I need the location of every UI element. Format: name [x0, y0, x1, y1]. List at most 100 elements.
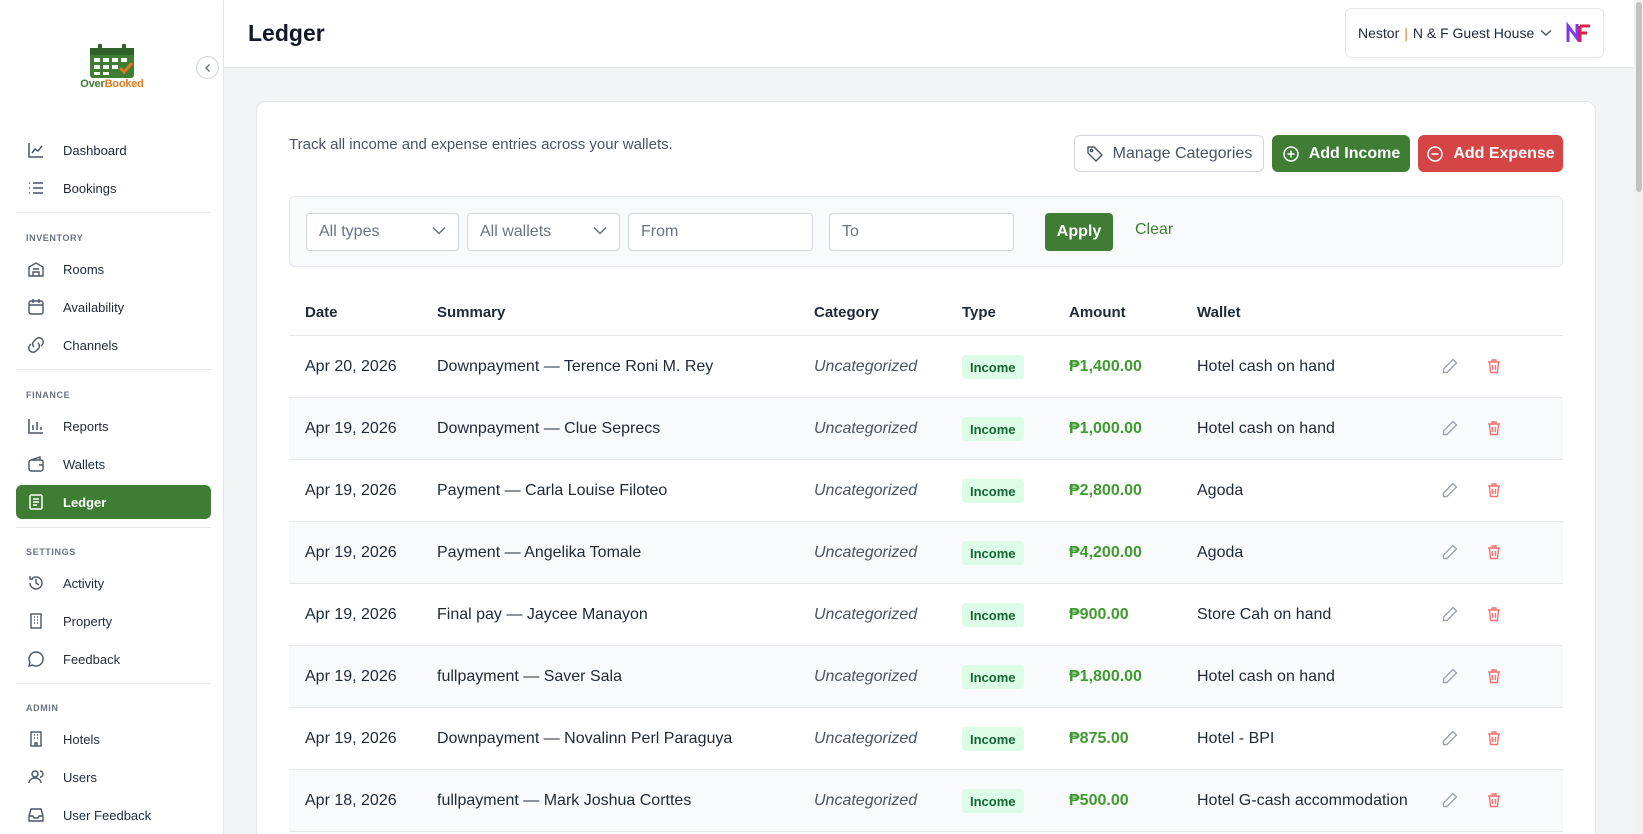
table-row[interactable]: Apr 20, 2026 Downpayment — Terence Roni … — [289, 336, 1563, 398]
sidebar-item-label: Channels — [63, 337, 118, 353]
add-income-button[interactable]: Add Income — [1272, 135, 1410, 172]
cell-category: Uncategorized — [814, 792, 918, 809]
divider — [16, 683, 211, 684]
from-date-input[interactable]: From — [628, 213, 813, 251]
column-header-summary[interactable]: Summary — [437, 304, 505, 321]
history-icon — [29, 576, 43, 590]
to-placeholder: To — [842, 223, 859, 240]
sidebar-item-rooms[interactable]: Rooms — [16, 252, 211, 286]
cell-summary: Downpayment — Terence Roni M. Rey — [437, 358, 714, 375]
to-date-input[interactable]: To — [829, 213, 1014, 251]
page-title: Ledger — [248, 20, 325, 46]
list-icon — [29, 182, 43, 194]
chevron-down-icon — [432, 226, 446, 235]
cell-summary: fullpayment — Mark Joshua Corttes — [437, 792, 692, 809]
edit-icon[interactable] — [1441, 543, 1459, 561]
type-badge: Income — [962, 727, 1024, 751]
cell-amount: ₱1,400.00 — [1069, 358, 1142, 375]
trash-icon[interactable] — [1485, 543, 1503, 561]
ledger-card: Track all income and expense entries acr… — [256, 101, 1596, 834]
wallet-select-value: All wallets — [480, 223, 552, 240]
sidebar-item-label: Property — [63, 613, 113, 629]
add-expense-label: Add Expense — [1453, 144, 1555, 162]
sidebar-item-property[interactable]: Property — [16, 604, 211, 638]
column-header-wallet[interactable]: Wallet — [1197, 304, 1241, 321]
cell-category: Uncategorized — [814, 544, 918, 561]
cell-wallet: Hotel cash on hand — [1197, 668, 1335, 685]
trash-icon[interactable] — [1485, 605, 1503, 623]
column-header-category[interactable]: Category — [814, 304, 879, 321]
sidebar-item-channels[interactable]: Channels — [16, 328, 211, 362]
type-select-value: All types — [319, 223, 380, 240]
clear-button[interactable]: Clear — [1135, 221, 1173, 239]
wallet-select[interactable]: All wallets — [467, 213, 620, 251]
edit-icon[interactable] — [1441, 729, 1459, 747]
add-expense-button[interactable]: Add Expense — [1418, 135, 1563, 172]
sidebar-item-feedback[interactable]: Feedback — [16, 642, 211, 676]
manage-categories-button[interactable]: Manage Categories — [1074, 135, 1264, 172]
sidebar-item-dashboard[interactable]: Dashboard — [16, 133, 211, 167]
cell-amount: ₱1,000.00 — [1069, 420, 1142, 437]
table-row[interactable]: Apr 19, 2026 Downpayment — Novalinn Perl… — [289, 708, 1563, 770]
table-row[interactable]: Apr 19, 2026 Payment — Angelika Tomale U… — [289, 522, 1563, 584]
edit-icon[interactable] — [1441, 357, 1459, 375]
edit-icon[interactable] — [1441, 667, 1459, 685]
cell-category: Uncategorized — [814, 482, 918, 499]
logo-text: OverBooked — [80, 78, 144, 90]
sidebar-item-label: Users — [63, 769, 97, 785]
chevron-down-icon — [1540, 29, 1552, 36]
column-header-amount[interactable]: Amount — [1069, 304, 1126, 321]
type-select[interactable]: All types — [306, 213, 459, 251]
sidebar-item-reports[interactable]: Reports — [16, 409, 211, 443]
edit-icon[interactable] — [1441, 605, 1459, 623]
trash-icon[interactable] — [1485, 791, 1503, 809]
table-header: Date Summary Category Type Amount Wallet — [289, 288, 1563, 336]
trash-icon[interactable] — [1485, 667, 1503, 685]
collapse-sidebar-button[interactable] — [196, 56, 219, 79]
cell-summary: Downpayment — Novalinn Perl Paraguya — [437, 730, 733, 747]
trash-icon[interactable] — [1485, 729, 1503, 747]
scrollbar-thumb[interactable] — [1636, 2, 1642, 192]
sidebar-item-user-feedback[interactable]: User Feedback — [16, 798, 211, 832]
add-income-label: Add Income — [1308, 144, 1401, 162]
table-row[interactable]: Apr 18, 2026 fullpayment — Mark Joshua C… — [289, 770, 1563, 832]
sidebar-item-bookings[interactable]: Bookings — [16, 171, 211, 205]
divider — [16, 212, 211, 213]
sidebar-item-ledger[interactable]: Ledger — [16, 485, 211, 519]
edit-icon[interactable] — [1441, 791, 1459, 809]
from-placeholder: From — [641, 223, 679, 240]
section-title-admin: ADMIN — [26, 703, 59, 713]
table-row[interactable]: Apr 19, 2026 fullpayment — Saver Sala Un… — [289, 646, 1563, 708]
trash-icon[interactable] — [1485, 419, 1503, 437]
sidebar-item-availability[interactable]: Availability — [16, 290, 211, 324]
column-header-type[interactable]: Type — [962, 304, 996, 321]
sidebar-item-users[interactable]: Users — [16, 760, 211, 794]
sidebar-item-activity[interactable]: Activity — [16, 566, 211, 600]
table-row[interactable]: Apr 19, 2026 Downpayment — Clue Seprecs … — [289, 398, 1563, 460]
separator: | — [1404, 25, 1408, 41]
page-subtitle: Track all income and expense entries acr… — [289, 136, 673, 153]
bar-chart-icon — [28, 419, 43, 434]
avatar[interactable] — [1566, 22, 1592, 44]
table-row[interactable]: Apr 19, 2026 Final pay — Jaycee Manayon … — [289, 584, 1563, 646]
section-title-inventory: INVENTORY — [26, 233, 84, 243]
edit-icon[interactable] — [1441, 419, 1459, 437]
apply-button[interactable]: Apply — [1045, 213, 1113, 251]
sidebar-item-wallets[interactable]: Wallets — [16, 447, 211, 481]
link-icon — [28, 337, 44, 353]
table-row[interactable]: Apr 19, 2026 Payment — Carla Louise Filo… — [289, 460, 1563, 522]
user-name: Nestor — [1358, 25, 1400, 41]
filter-bar: All types All wallets From To Apply Clea… — [289, 196, 1563, 267]
cell-summary: Downpayment — Clue Seprecs — [437, 420, 661, 437]
sidebar-item-label: Rooms — [63, 261, 105, 277]
type-badge: Income — [962, 665, 1024, 689]
edit-icon[interactable] — [1441, 481, 1459, 499]
cell-date: Apr 19, 2026 — [305, 668, 397, 685]
trash-icon[interactable] — [1485, 357, 1503, 375]
trash-icon[interactable] — [1485, 481, 1503, 499]
property-switcher[interactable]: Nestor | N & F Guest House — [1345, 8, 1604, 58]
column-header-date[interactable]: Date — [305, 304, 338, 321]
sidebar-item-hotels[interactable]: Hotels — [16, 722, 211, 756]
cell-category: Uncategorized — [814, 420, 918, 437]
type-badge: Income — [962, 789, 1024, 813]
